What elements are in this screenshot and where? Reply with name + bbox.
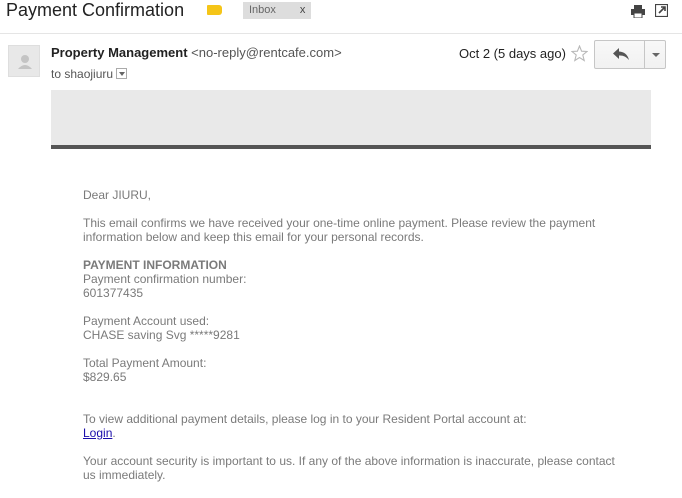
avatar	[8, 45, 40, 77]
greeting: Dear JIURU,	[83, 188, 152, 202]
remove-label-button[interactable]: x	[294, 2, 312, 19]
inbox-label-chip[interactable]: Inbox x	[243, 2, 312, 19]
message-body: Dear JIURU, This email confirms we have …	[83, 188, 623, 482]
print-icon[interactable]	[631, 5, 645, 18]
confirmation-label: Payment confirmation number:	[83, 272, 247, 286]
portal-paragraph: To view additional payment details, plea…	[83, 412, 527, 426]
email-subject: Payment Confirmation	[6, 0, 185, 20]
intro-paragraph: This email confirms we have received you…	[83, 216, 596, 244]
confirmation-value: 601377435	[83, 286, 144, 300]
show-details-icon[interactable]	[116, 68, 128, 79]
login-line: Login.	[83, 426, 623, 440]
label-tag-icon[interactable]	[207, 5, 222, 15]
inbox-label-text: Inbox	[249, 4, 276, 16]
person-icon	[18, 55, 32, 69]
sender-line: Property Management <no-reply@rentcafe.c…	[51, 45, 342, 60]
reply-button-group	[594, 40, 666, 69]
recipient-text: to shaojiuru	[51, 67, 114, 81]
total-value: $829.65	[83, 370, 127, 384]
section-title: PAYMENT INFORMATION	[83, 258, 227, 272]
new-window-icon[interactable]	[655, 4, 668, 17]
recipient-line: to shaojiuru	[51, 67, 128, 81]
security-paragraph: Your account security is important to us…	[83, 454, 615, 482]
chevron-down-icon[interactable]	[652, 53, 660, 57]
total-label: Total Payment Amount:	[83, 356, 207, 370]
account-value: CHASE saving Svg *****9281	[83, 328, 240, 342]
account-label: Payment Account used:	[83, 314, 210, 328]
star-icon[interactable]	[571, 45, 588, 62]
sender-email: <no-reply@rentcafe.com>	[191, 45, 342, 60]
header-banner	[51, 90, 651, 146]
banner-rule	[51, 145, 651, 149]
reply-icon[interactable]	[613, 48, 629, 61]
email-date: Oct 2 (5 days ago)	[459, 46, 566, 61]
subject-bar: Payment Confirmation Inbox x	[0, 0, 682, 34]
sender-name[interactable]: Property Management	[51, 45, 188, 60]
button-divider	[644, 41, 645, 68]
login-suffix: .	[112, 426, 116, 440]
login-link[interactable]: Login	[83, 426, 112, 440]
header-divider	[0, 33, 682, 34]
